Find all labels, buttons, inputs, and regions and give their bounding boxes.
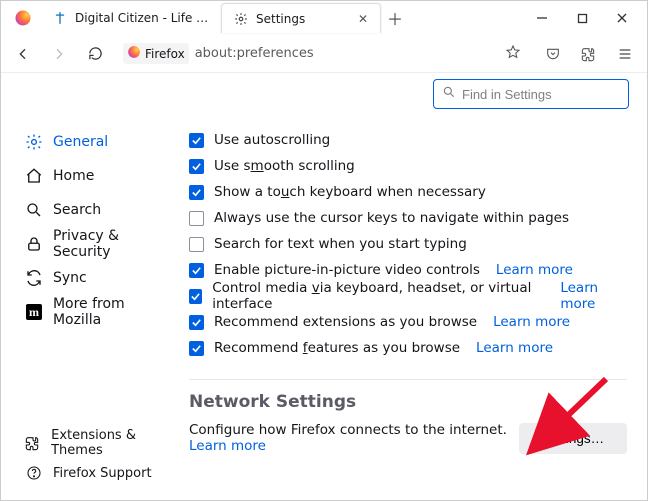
bookmark-star-icon[interactable]	[505, 44, 521, 64]
settings-search[interactable]	[433, 79, 629, 109]
option-recommend-features[interactable]: Recommend features as you browse Learn m…	[189, 335, 627, 361]
home-icon	[25, 167, 43, 185]
forward-button[interactable]	[45, 40, 73, 68]
settings-search-input[interactable]	[462, 87, 620, 102]
learn-more-link[interactable]: Learn more	[560, 280, 627, 312]
option-touch-keyboard[interactable]: Show a touch keyboard when necessary	[189, 179, 627, 205]
option-label: Search for text when you start typing	[214, 236, 467, 252]
identity-label: Firefox	[145, 47, 185, 61]
search-icon	[25, 201, 43, 219]
learn-more-link[interactable]: Learn more	[476, 340, 553, 356]
new-tab-button[interactable]: ＋	[381, 4, 409, 32]
option-recommend-extensions[interactable]: Recommend extensions as you browse Learn…	[189, 309, 627, 335]
sidebar-item-general[interactable]: General	[17, 125, 185, 159]
sidebar-item-home[interactable]: Home	[17, 159, 185, 193]
option-autoscrolling[interactable]: Use autoscrolling	[189, 127, 627, 153]
maximize-button[interactable]	[563, 3, 601, 33]
reload-button[interactable]	[81, 40, 109, 68]
site-icon	[53, 11, 67, 25]
learn-more-link[interactable]: Learn more	[189, 438, 266, 454]
checkbox-icon[interactable]	[189, 237, 204, 252]
network-settings-button[interactable]: Settings…	[519, 423, 627, 454]
checkbox-icon[interactable]	[189, 133, 204, 148]
option-smooth-scrolling[interactable]: Use smooth scrolling	[189, 153, 627, 179]
option-label: Control media via keyboard, headset, or …	[212, 280, 544, 312]
option-media-control[interactable]: Control media via keyboard, headset, or …	[189, 283, 627, 309]
learn-more-link[interactable]: Learn more	[496, 262, 573, 278]
tab-settings[interactable]: Settings ✕	[221, 3, 381, 33]
network-settings-title: Network Settings	[189, 392, 627, 412]
section-divider	[189, 379, 627, 380]
sidebar-item-label: Firefox Support	[53, 466, 152, 481]
network-settings-row: Configure how Firefox connects to the in…	[189, 422, 627, 454]
sidebar-item-privacy[interactable]: Privacy & Security	[17, 227, 185, 261]
app-menu-icon[interactable]	[611, 40, 639, 68]
sidebar-item-extensions[interactable]: Extensions & Themes	[17, 428, 185, 458]
settings-search-wrap	[433, 79, 629, 109]
sidebar-item-mozilla[interactable]: m More from Mozilla	[17, 295, 185, 329]
option-label: Use smooth scrolling	[214, 158, 355, 174]
gear-icon	[25, 133, 43, 151]
checkbox-icon[interactable]	[189, 289, 202, 304]
puzzle-icon	[25, 434, 41, 452]
minimize-button[interactable]	[523, 3, 561, 33]
checkbox-icon[interactable]	[189, 211, 204, 226]
pocket-icon[interactable]	[539, 40, 567, 68]
sidebar-item-search[interactable]: Search	[17, 193, 185, 227]
option-label: Recommend features as you browse	[214, 340, 460, 356]
firefox-icon	[127, 45, 141, 62]
search-icon	[442, 85, 456, 103]
identity-chip[interactable]: Firefox	[123, 43, 189, 64]
checkbox-icon[interactable]	[189, 315, 204, 330]
option-search-text[interactable]: Search for text when you start typing	[189, 231, 627, 257]
tab-label: Settings	[256, 12, 350, 26]
tab-digital-citizen[interactable]: Digital Citizen - Life in a digital	[41, 3, 221, 33]
sidebar-item-label: More from Mozilla	[53, 296, 177, 328]
url-text: about:preferences	[195, 46, 314, 61]
window-controls	[523, 3, 641, 33]
mozilla-icon: m	[25, 303, 43, 321]
settings-panel: Use autoscrolling Use smooth scrolling S…	[185, 73, 647, 500]
back-button[interactable]	[9, 40, 37, 68]
option-cursor-keys[interactable]: Always use the cursor keys to navigate w…	[189, 205, 627, 231]
sidebar-bottom: Extensions & Themes Firefox Support	[17, 428, 185, 500]
option-label: Enable picture-in-picture video controls	[214, 262, 480, 278]
sidebar-item-label: General	[53, 134, 108, 150]
firefox-app-icon	[13, 8, 33, 28]
option-label: Always use the cursor keys to navigate w…	[214, 210, 569, 226]
option-label: Use autoscrolling	[214, 132, 330, 148]
close-window-button[interactable]	[603, 3, 641, 33]
settings-sidebar: General Home Search Privacy & Security S…	[1, 73, 185, 500]
learn-more-link[interactable]: Learn more	[493, 314, 570, 330]
tab-strip: Digital Citizen - Life in a digital Sett…	[41, 3, 523, 33]
checkbox-icon[interactable]	[189, 341, 204, 356]
lock-icon	[25, 235, 43, 253]
network-description: Configure how Firefox connects to the in…	[189, 422, 507, 454]
sidebar-item-label: Sync	[53, 270, 87, 286]
sidebar-item-label: Home	[53, 168, 94, 184]
sidebar-item-label: Search	[53, 202, 101, 218]
sync-icon	[25, 269, 43, 287]
sidebar-item-sync[interactable]: Sync	[17, 261, 185, 295]
titlebar: Digital Citizen - Life in a digital Sett…	[1, 1, 647, 35]
sidebar-item-label: Extensions & Themes	[51, 428, 177, 458]
option-label: Recommend extensions as you browse	[214, 314, 477, 330]
gear-icon	[234, 12, 248, 26]
help-icon	[25, 464, 43, 482]
settings-content: General Home Search Privacy & Security S…	[1, 73, 647, 500]
checkbox-icon[interactable]	[189, 185, 204, 200]
address-bar[interactable]: Firefox about:preferences	[117, 39, 531, 69]
extensions-icon[interactable]	[575, 40, 603, 68]
checkbox-icon[interactable]	[189, 159, 204, 174]
option-label: Show a touch keyboard when necessary	[214, 184, 486, 200]
checkbox-icon[interactable]	[189, 263, 204, 278]
close-icon[interactable]: ✕	[358, 12, 368, 26]
sidebar-item-support[interactable]: Firefox Support	[17, 458, 185, 488]
tab-label: Digital Citizen - Life in a digital	[75, 11, 209, 25]
sidebar-item-label: Privacy & Security	[53, 228, 177, 260]
nav-toolbar: Firefox about:preferences	[1, 35, 647, 73]
